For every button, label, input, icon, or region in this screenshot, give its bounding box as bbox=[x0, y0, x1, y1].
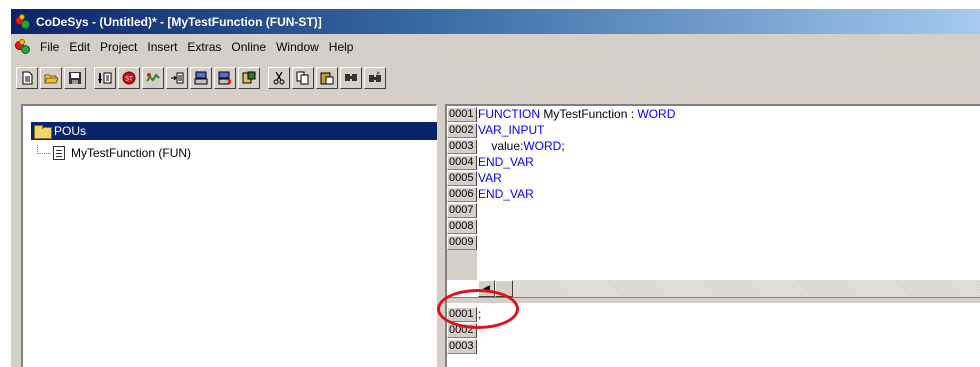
line-number: 0006 bbox=[447, 186, 477, 202]
menu-online[interactable]: Online bbox=[226, 40, 271, 54]
declaration-line: 0009 bbox=[447, 234, 478, 250]
monitor-icon bbox=[242, 71, 256, 84]
step-icon bbox=[146, 73, 160, 82]
declaration-line: 0005 VAR bbox=[447, 170, 502, 186]
compile-icon bbox=[98, 72, 112, 84]
line-number: 0003 bbox=[447, 338, 477, 354]
codesys-app-icon bbox=[15, 13, 31, 30]
keyword: WORD bbox=[637, 107, 676, 121]
declaration-line: 0006 END_VAR bbox=[447, 186, 534, 202]
menu-project[interactable]: Project bbox=[95, 40, 142, 54]
new-icon bbox=[22, 71, 33, 85]
line-number: 0003 bbox=[447, 138, 477, 154]
annotation-circle bbox=[437, 289, 519, 329]
cut-icon bbox=[273, 71, 285, 85]
keyword: END_VAR bbox=[478, 187, 534, 201]
login-out-icon bbox=[218, 71, 232, 85]
menu-extras[interactable]: Extras bbox=[182, 40, 226, 54]
menu-file[interactable]: File bbox=[35, 40, 64, 54]
monitor-button[interactable] bbox=[238, 67, 260, 89]
logout-button[interactable] bbox=[190, 67, 212, 89]
line-number: 0007 bbox=[447, 202, 477, 218]
declaration-line: 0001 FUNCTION MyTestFunction : WORD bbox=[447, 106, 675, 122]
declaration-line: 0002 VAR_INPUT bbox=[447, 122, 544, 138]
keyword: END_VAR bbox=[478, 155, 534, 169]
stop-button[interactable]: ST bbox=[118, 67, 140, 89]
line-number: 0002 bbox=[447, 122, 477, 138]
find-button[interactable] bbox=[340, 67, 362, 89]
copy-icon bbox=[296, 71, 309, 85]
tree-connector bbox=[37, 144, 51, 154]
tree-item-label: POUs bbox=[54, 124, 87, 138]
vertical-splitter[interactable] bbox=[437, 104, 445, 367]
declaration-line: 0008 bbox=[447, 218, 478, 234]
find-next-icon bbox=[369, 71, 381, 82]
line-number: 0008 bbox=[447, 218, 477, 234]
declaration-line: 0004 END_VAR bbox=[447, 154, 534, 170]
find-icon bbox=[345, 74, 357, 81]
document-icon bbox=[53, 146, 65, 160]
paste-icon bbox=[320, 72, 334, 85]
code-text: value: bbox=[478, 139, 524, 153]
code-text: ; bbox=[561, 139, 565, 153]
declaration-line: 0003 value: WORD; bbox=[447, 138, 565, 154]
menu-window[interactable]: Window bbox=[271, 40, 324, 54]
save-button[interactable] bbox=[64, 67, 86, 89]
window-title: CoDeSys - (Untitled)* - [MyTestFunction … bbox=[36, 14, 322, 29]
line-gutter bbox=[447, 250, 477, 280]
keyword: WORD bbox=[523, 139, 562, 153]
keyword: VAR_INPUT bbox=[478, 123, 545, 137]
document-menu-icon[interactable] bbox=[15, 39, 31, 55]
menu-edit[interactable]: Edit bbox=[64, 40, 95, 54]
svg-text:ST: ST bbox=[125, 76, 133, 83]
save-icon bbox=[69, 72, 81, 84]
step-button[interactable] bbox=[142, 67, 164, 89]
logout-icon bbox=[194, 71, 208, 85]
line-number: 0009 bbox=[447, 234, 477, 250]
keyword: VAR bbox=[478, 171, 502, 185]
tree-item-label: MyTestFunction (FUN) bbox=[71, 146, 192, 160]
keyword: FUNCTION bbox=[478, 107, 540, 121]
title-bar[interactable]: CoDeSys - (Untitled)* - [MyTestFunction … bbox=[11, 9, 980, 34]
login-button[interactable] bbox=[166, 67, 188, 89]
code-text: MyTestFunction : bbox=[540, 107, 638, 121]
stop-icon: ST bbox=[122, 71, 136, 85]
horizontal-scrollbar[interactable]: ◀ bbox=[478, 280, 980, 297]
editor-pane[interactable]: 0001 FUNCTION MyTestFunction : WORD 0002… bbox=[445, 104, 980, 367]
menu-help[interactable]: Help bbox=[324, 40, 359, 54]
login-icon bbox=[171, 72, 184, 84]
line-number: 0005 bbox=[447, 170, 477, 186]
declaration-line: 0007 bbox=[447, 202, 478, 218]
body-line: 0003 bbox=[447, 338, 478, 354]
horizontal-splitter[interactable] bbox=[447, 297, 980, 303]
login-out-button[interactable] bbox=[214, 67, 236, 89]
copy-button[interactable] bbox=[292, 67, 314, 89]
line-number: 0004 bbox=[447, 154, 477, 170]
menu-insert[interactable]: Insert bbox=[142, 40, 182, 54]
folder-icon bbox=[34, 125, 52, 139]
line-number: 0001 bbox=[447, 106, 477, 122]
open-button[interactable] bbox=[40, 67, 62, 89]
paste-button[interactable] bbox=[316, 67, 338, 89]
toolbar: ST bbox=[11, 64, 980, 92]
tree-item-pous[interactable]: POUs bbox=[31, 122, 437, 140]
cut-button[interactable] bbox=[268, 67, 290, 89]
find-next-button[interactable] bbox=[364, 67, 386, 89]
menu-bar: File Edit Project Insert Extras Online W… bbox=[11, 36, 980, 58]
object-organizer[interactable]: POUs MyTestFunction (FUN) bbox=[21, 104, 437, 367]
compile-button[interactable] bbox=[94, 67, 116, 89]
open-icon bbox=[44, 74, 58, 84]
tree-item-mytestfunction[interactable]: MyTestFunction (FUN) bbox=[37, 144, 191, 162]
new-button[interactable] bbox=[16, 67, 38, 89]
